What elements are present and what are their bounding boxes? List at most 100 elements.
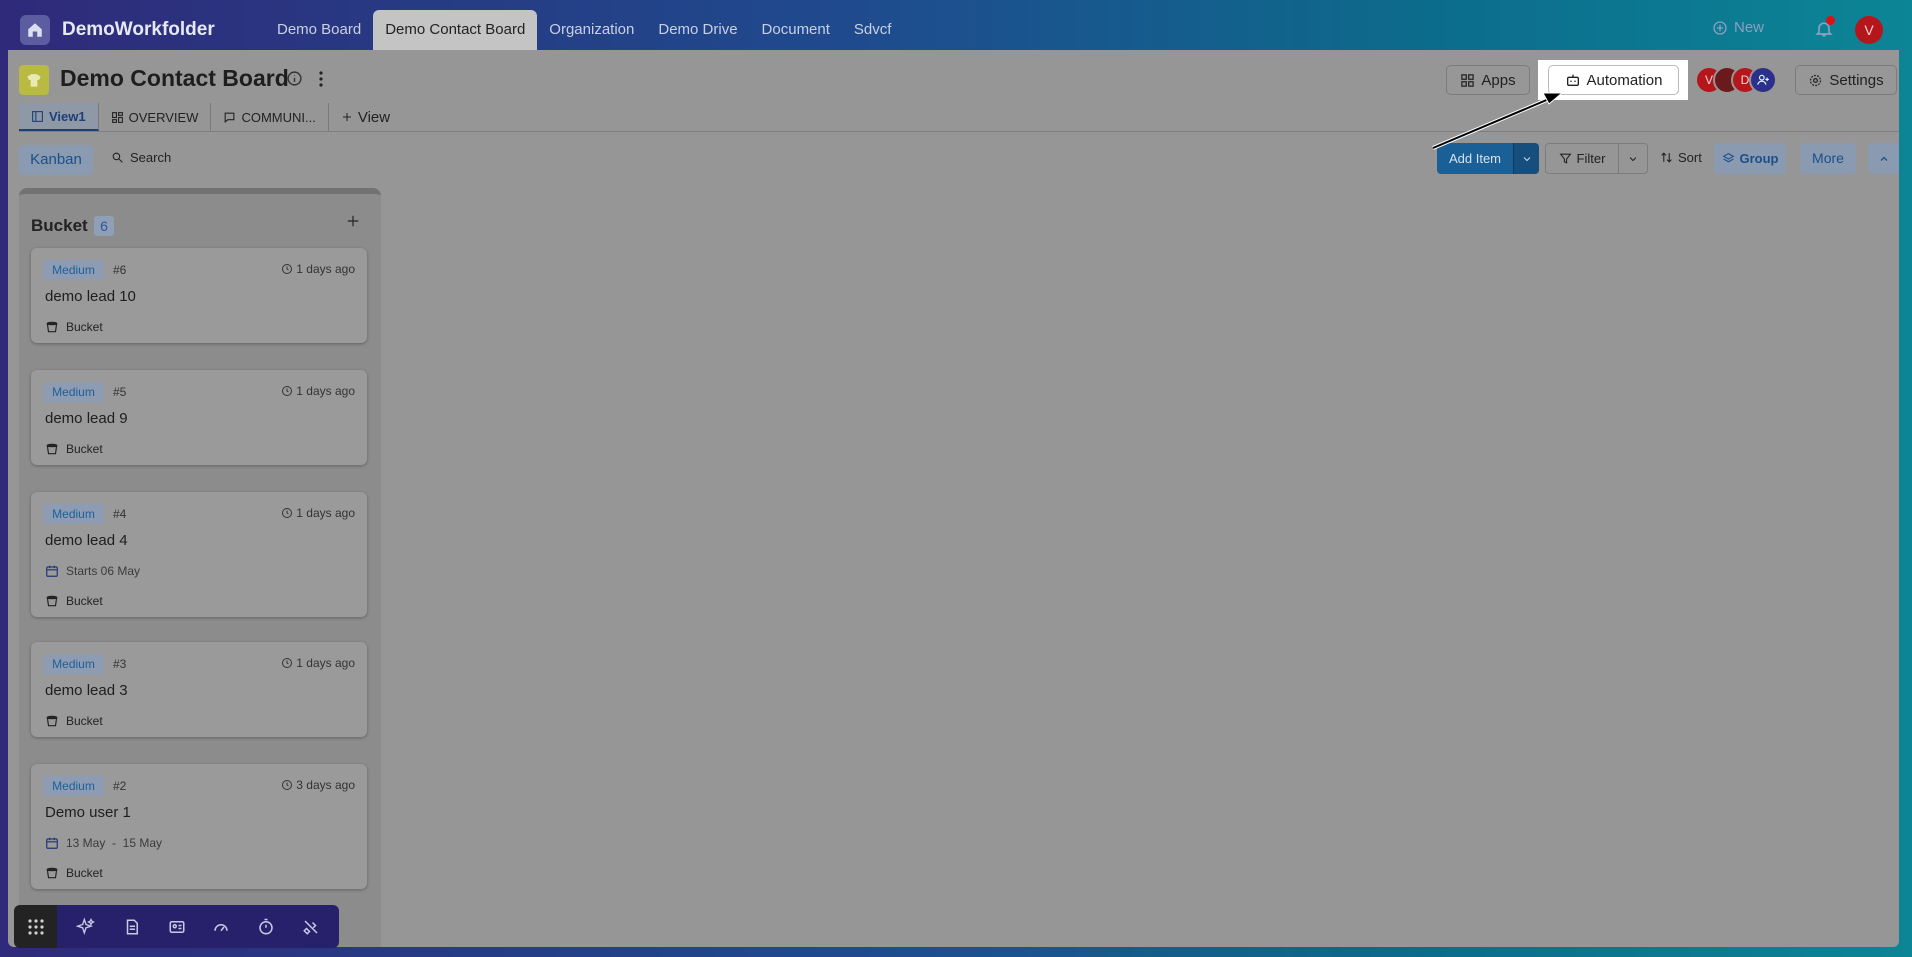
tools-off-icon[interactable]: [302, 918, 320, 936]
board-members[interactable]: V D: [1695, 66, 1795, 96]
timer-icon[interactable]: [257, 918, 275, 936]
view-tab-overview[interactable]: OVERVIEW: [99, 103, 212, 131]
card-bucket: Bucket: [45, 320, 103, 334]
bucket-icon: [46, 867, 58, 879]
card-time: 1 days ago: [281, 384, 355, 398]
card-number: #5: [113, 385, 127, 399]
more-options-icon[interactable]: [318, 70, 324, 88]
filter-dropdown[interactable]: [1619, 143, 1648, 174]
card-time: 1 days ago: [281, 262, 355, 276]
bucket-icon: [46, 715, 58, 727]
board-view-icon: [32, 110, 43, 122]
kanban-view-button[interactable]: Kanban: [19, 145, 93, 175]
clock-icon: [282, 264, 293, 274]
add-view-button[interactable]: View: [329, 103, 402, 131]
bottom-toolbar: [14, 905, 339, 948]
clock-icon: [282, 658, 293, 668]
group-button[interactable]: Group: [1714, 143, 1786, 174]
add-view-label: View: [357, 108, 391, 126]
document-icon[interactable]: [123, 918, 141, 936]
card-time: 1 days ago: [281, 506, 355, 520]
priority-badge: Medium: [43, 260, 104, 280]
workspace-name[interactable]: DemoWorkfolder: [62, 19, 215, 41]
nav-tab-document[interactable]: Document: [750, 10, 842, 50]
search-button[interactable]: Search: [111, 150, 171, 165]
info-icon[interactable]: [286, 70, 303, 87]
add-member-icon[interactable]: [1749, 66, 1777, 94]
search-label: Search: [130, 150, 172, 165]
chevron-down-icon: [1523, 156, 1530, 161]
speedometer-icon[interactable]: [212, 918, 230, 936]
kanban-column: Bucket 6 Medium #6 1 days ago demo lead …: [19, 188, 381, 947]
chevron-down-icon: [1629, 156, 1637, 161]
top-navigation-bar: DemoWorkfolder Demo Board Demo Contact B…: [0, 0, 1912, 50]
card-title: demo lead 9: [45, 410, 128, 427]
card-time-text: 1 days ago: [296, 506, 355, 520]
card-dates: 13 May - 15 May: [45, 836, 162, 850]
card-bucket: Bucket: [45, 442, 103, 456]
card-dates-text: 13 May - 15 May: [66, 836, 163, 850]
card-bucket-label: Bucket: [66, 594, 103, 608]
kanban-card[interactable]: Medium #6 1 days ago demo lead 10 Bucket: [31, 248, 367, 343]
filter-button[interactable]: Filter: [1545, 143, 1619, 174]
settings-button[interactable]: Settings: [1795, 65, 1897, 95]
filter-label: Filter: [1576, 151, 1606, 166]
nav-tab-sdvcf[interactable]: Sdvcf: [842, 10, 904, 50]
calendar-icon: [46, 837, 58, 849]
view-tab-communication[interactable]: COMMUNI...: [211, 103, 329, 131]
bucket-icon: [46, 443, 58, 455]
board-tabs: Demo Board Demo Contact Board Organizati…: [265, 10, 903, 50]
board-panel: Demo Contact Board Apps Automation V D S…: [8, 50, 1899, 947]
divider: [19, 131, 1899, 132]
board-logo: [19, 65, 49, 95]
kanban-card[interactable]: Medium #3 1 days ago demo lead 3 Bucket: [31, 642, 367, 737]
view-tab-label: COMMUNI...: [241, 109, 316, 125]
apps-button[interactable]: Apps: [1446, 65, 1530, 95]
quick-tools: [57, 905, 339, 948]
collapse-button[interactable]: [1868, 143, 1899, 174]
add-card-icon[interactable]: [346, 214, 360, 228]
clock-icon: [282, 508, 293, 518]
nav-tab-demo-contact-board[interactable]: Demo Contact Board: [373, 10, 538, 50]
dashboard-icon: [111, 111, 123, 123]
clock-icon: [282, 386, 293, 396]
card-time: 1 days ago: [281, 656, 355, 670]
automation-button-label: Automation: [1586, 71, 1663, 89]
add-item-dropdown[interactable]: [1513, 143, 1539, 174]
kanban-card[interactable]: Medium #5 1 days ago demo lead 9 Bucket: [31, 370, 367, 465]
card-bucket: Bucket: [45, 866, 103, 880]
more-button[interactable]: More: [1800, 143, 1856, 174]
plus-circle-icon: [1713, 20, 1727, 35]
card-dates-text: Starts 06 May: [66, 564, 141, 578]
card-bucket: Bucket: [45, 714, 103, 728]
add-item-button[interactable]: Add Item: [1437, 143, 1513, 174]
card-number: #2: [113, 779, 127, 793]
card-title: Demo user 1: [45, 804, 131, 821]
app-grid-icon[interactable]: [14, 905, 57, 948]
user-avatar[interactable]: V: [1855, 16, 1883, 44]
contact-card-icon[interactable]: [168, 918, 186, 936]
automation-button[interactable]: Automation: [1548, 65, 1679, 95]
new-button[interactable]: New: [1712, 19, 1764, 36]
kanban-card[interactable]: Medium #4 1 days ago demo lead 4 Starts …: [31, 492, 367, 617]
home-icon[interactable]: [20, 15, 50, 45]
nav-tab-demo-board[interactable]: Demo Board: [265, 10, 373, 50]
calendar-icon: [46, 565, 58, 577]
kanban-card[interactable]: Medium #2 3 days ago Demo user 1 13 May …: [31, 764, 367, 889]
view-tab-view1[interactable]: View1: [19, 103, 99, 131]
card-bucket-label: Bucket: [66, 442, 103, 456]
card-number: #3: [113, 657, 127, 671]
priority-badge: Medium: [43, 776, 104, 796]
card-number: #4: [113, 507, 127, 521]
sort-label: Sort: [1678, 150, 1702, 165]
nav-tab-organization[interactable]: Organization: [537, 10, 646, 50]
priority-badge: Medium: [43, 654, 104, 674]
ai-sparkle-icon[interactable]: [76, 916, 96, 937]
gear-icon: [1810, 74, 1822, 86]
robot-icon: [1566, 74, 1579, 86]
sort-button[interactable]: Sort: [1660, 150, 1702, 165]
card-title: demo lead 10: [45, 288, 136, 305]
nav-tab-demo-drive[interactable]: Demo Drive: [646, 10, 749, 50]
card-dates: Starts 06 May: [45, 564, 140, 578]
search-icon: [112, 152, 123, 163]
